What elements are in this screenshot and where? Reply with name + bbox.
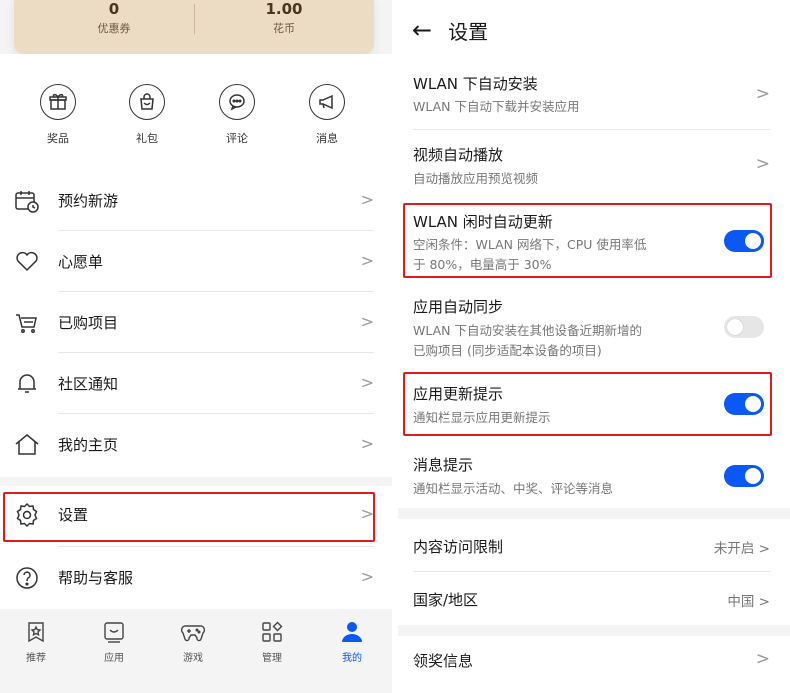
coupon-count-block[interactable]: 0 优惠券	[29, 0, 199, 36]
setting-desc: 通知栏显示活动、中奖、评论等消息	[413, 481, 614, 496]
nav-games[interactable]: 游戏	[163, 621, 223, 664]
manage-icon	[242, 621, 302, 647]
settings-header: ← 设置	[412, 14, 488, 46]
coins-value: 1.00	[265, 0, 303, 18]
package-icon	[129, 84, 165, 120]
quick-label: 评论	[226, 132, 248, 145]
calendar-icon	[14, 188, 40, 214]
settings-highlight-box	[3, 492, 375, 542]
update-notify-highlight-box	[403, 372, 772, 436]
chevron-right-icon: >	[360, 312, 374, 331]
coins-label: 花币	[273, 22, 295, 35]
recommend-icon	[6, 621, 66, 647]
chevron-right-icon: >	[755, 649, 770, 669]
nav-label: 管理	[262, 653, 282, 664]
gamepad-icon	[163, 621, 223, 647]
coins-block[interactable]: 1.00 花币	[194, 0, 374, 36]
nav-apps[interactable]: 应用	[84, 621, 144, 664]
nav-manage[interactable]: 管理	[242, 621, 302, 664]
setting-value: 中国 >	[727, 594, 770, 610]
setting-title: 国家/地区	[413, 591, 479, 609]
menu-item-homepage[interactable]: 我的主页 >	[0, 414, 392, 475]
menu-label: 已购项目	[58, 314, 119, 332]
setting-desc-line2: 已购项目 (同步适配本设备的项目)	[413, 343, 602, 358]
nav-label: 游戏	[183, 653, 203, 664]
comment-icon	[219, 84, 255, 120]
chevron-right-icon: >	[755, 154, 770, 174]
setting-desc-line1: WLAN 下自动安装在其他设备近期新增的	[413, 323, 642, 338]
coupon-count: 0	[108, 0, 120, 18]
wlan-update-highlight-box	[403, 203, 772, 278]
menu-item-help[interactable]: 帮助与客服 >	[0, 547, 392, 609]
quick-prize[interactable]: 奖品	[28, 84, 88, 146]
setting-desc: 自动播放应用预览视频	[413, 171, 539, 186]
menu-item-preorder[interactable]: 预约新游 >	[0, 170, 392, 231]
setting-title: 视频自动播放	[413, 146, 504, 164]
menu-item-community[interactable]: 社区通知 >	[0, 353, 392, 414]
nav-recommend[interactable]: 推荐	[6, 621, 66, 664]
setting-title: 内容访问限制	[413, 538, 504, 556]
setting-desc: WLAN 下自动下载并安装应用	[413, 99, 580, 114]
chevron-right-icon: >	[360, 567, 374, 586]
heart-icon	[14, 249, 40, 275]
menu-label: 心愿单	[58, 253, 104, 271]
toggle-knob	[727, 319, 743, 335]
setting-app-auto-sync: 应用自动同步 WLAN 下自动安装在其他设备近期新增的 已购项目 (同步适配本设…	[398, 284, 790, 370]
back-arrow-icon[interactable]: ←	[412, 16, 432, 44]
page-title: 设置	[448, 19, 489, 44]
chevron-right-icon: >	[360, 434, 374, 453]
quick-comment[interactable]: 评论	[207, 84, 267, 146]
quick-package[interactable]: 礼包	[117, 84, 177, 146]
chevron-right-icon: >	[360, 373, 374, 392]
nav-label: 应用	[104, 653, 124, 664]
nav-mine[interactable]: 我的	[322, 621, 382, 664]
my-page-panel: 0 优惠券 1.00 花币 奖品 礼包 评论 消息 预约新游 > 心愿单 > 已…	[0, 0, 392, 693]
bottom-nav: 推荐 应用 游戏 管理 我的	[0, 611, 392, 693]
setting-video-autoplay[interactable]: 视频自动播放 自动播放应用预览视频 >	[398, 130, 790, 200]
menu-label: 预约新游	[58, 192, 119, 210]
message-notify-toggle[interactable]	[724, 465, 764, 487]
settings-panel: ← 设置 WLAN 下自动安装 WLAN 下自动下载并安装应用 > 视频自动播放…	[398, 0, 790, 693]
megaphone-icon	[309, 84, 345, 120]
menu-label: 我的主页	[58, 436, 119, 454]
menu-item-wishlist[interactable]: 心愿单 >	[0, 231, 392, 292]
nav-label: 我的	[342, 653, 362, 664]
quick-label: 消息	[316, 132, 338, 145]
setting-title: 消息提示	[413, 456, 474, 474]
menu-label: 社区通知	[58, 375, 119, 393]
chevron-right-icon: >	[755, 84, 770, 104]
app-auto-sync-toggle[interactable]	[724, 316, 764, 338]
toggle-knob	[745, 468, 761, 484]
bell-icon	[14, 371, 40, 397]
setting-title: WLAN 下自动安装	[413, 75, 538, 93]
chevron-right-icon: >	[360, 190, 374, 209]
coupon-card: 0 优惠券 1.00 花币	[14, 0, 374, 54]
gift-icon	[40, 84, 76, 120]
setting-title: 领奖信息	[413, 652, 474, 670]
quick-label: 礼包	[136, 132, 158, 145]
setting-prize-info[interactable]: 领奖信息 >	[398, 636, 790, 693]
menu-label: 帮助与客服	[58, 569, 134, 587]
setting-content-restriction[interactable]: 内容访问限制 未开启 >	[398, 519, 790, 572]
setting-title: 应用自动同步	[413, 298, 504, 316]
cart-icon	[14, 310, 40, 336]
quick-message[interactable]: 消息	[297, 84, 357, 146]
help-icon	[14, 565, 40, 591]
setting-value: 未开启 >	[713, 541, 770, 557]
setting-message-notify: 消息提示 通知栏显示活动、中奖、评论等消息	[398, 440, 790, 508]
coupon-label: 优惠券	[97, 22, 131, 35]
apps-icon	[84, 621, 144, 647]
home-icon	[14, 432, 40, 458]
quick-label: 奖品	[47, 132, 69, 145]
profile-icon	[322, 621, 382, 647]
setting-wlan-auto-install[interactable]: WLAN 下自动安装 WLAN 下自动下载并安装应用 >	[398, 62, 790, 130]
menu-item-purchased[interactable]: 已购项目 >	[0, 292, 392, 353]
quick-actions: 奖品 礼包 评论 消息	[0, 84, 392, 154]
setting-region[interactable]: 国家/地区 中国 >	[398, 572, 790, 625]
nav-label: 推荐	[26, 653, 46, 664]
chevron-right-icon: >	[360, 251, 374, 270]
